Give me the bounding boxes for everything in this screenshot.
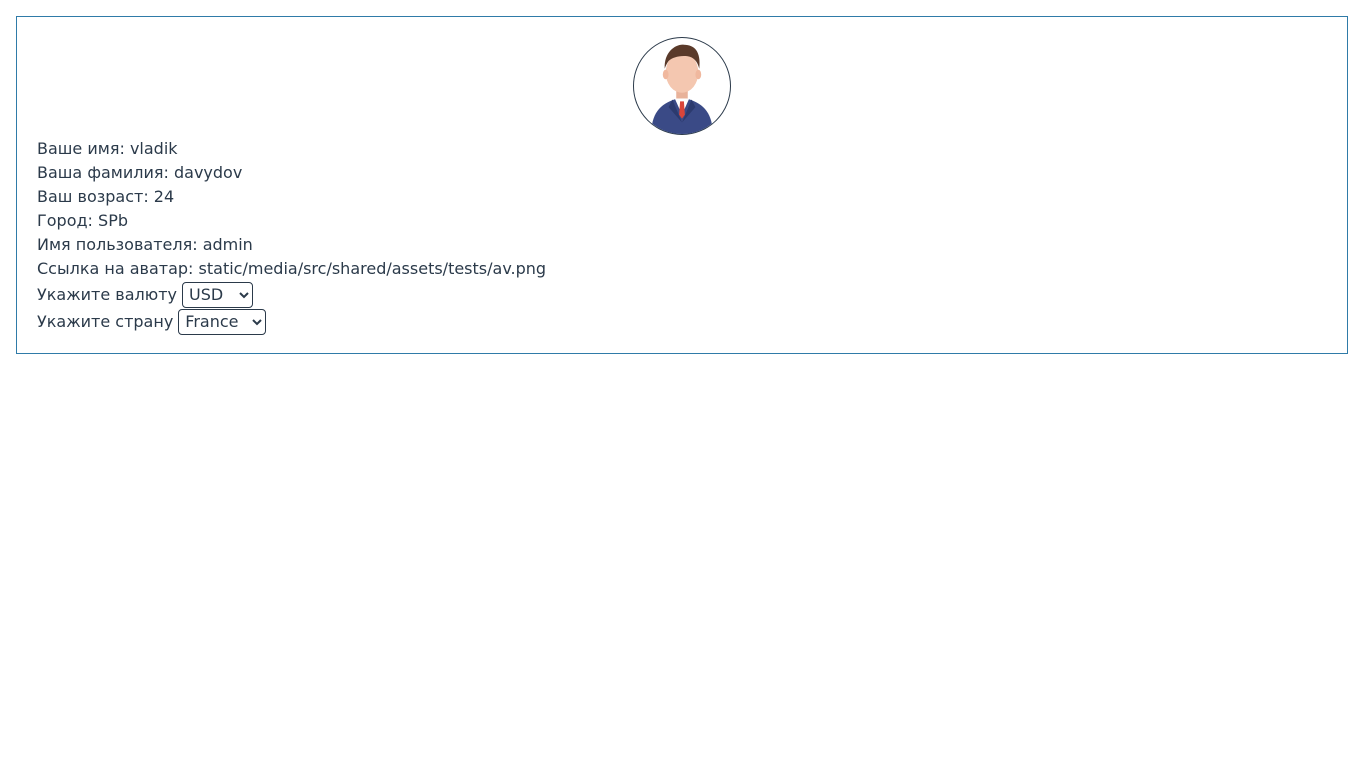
city-row: Город: SPb xyxy=(37,209,1327,233)
currency-label: Укажите валюту xyxy=(37,285,177,304)
profile-card: Ваше имя: vladik Ваша фамилия: davydov В… xyxy=(16,16,1348,354)
avatar-link-value: static/media/src/shared/assets/tests/av.… xyxy=(198,259,547,278)
last-name-label: Ваша фамилия: xyxy=(37,163,169,182)
username-value: admin xyxy=(202,235,253,254)
avatar-container xyxy=(37,37,1327,135)
currency-select[interactable]: USD xyxy=(182,281,253,308)
avatar xyxy=(633,37,731,135)
last-name-value: davydov xyxy=(174,163,243,182)
country-row: Укажите страну France xyxy=(37,308,1327,335)
city-label: Город: xyxy=(37,211,93,230)
currency-row: Укажите валюту USD xyxy=(37,281,1327,308)
username-row: Имя пользователя: admin xyxy=(37,233,1327,257)
avatar-link-row: Ссылка на аватар: static/media/src/share… xyxy=(37,257,1327,281)
username-label: Имя пользователя: xyxy=(37,235,198,254)
age-label: Ваш возраст: xyxy=(37,187,149,206)
avatar-link-label: Ссылка на аватар: xyxy=(37,259,194,278)
country-select[interactable]: France xyxy=(178,308,267,335)
first-name-label: Ваше имя: xyxy=(37,139,125,158)
first-name-value: vladik xyxy=(129,139,178,158)
city-value: SPb xyxy=(98,211,129,230)
age-row: Ваш возраст: 24 xyxy=(37,185,1327,209)
country-label: Укажите страну xyxy=(37,312,174,331)
person-avatar-icon xyxy=(651,44,713,134)
age-value: 24 xyxy=(153,187,175,206)
last-name-row: Ваша фамилия: davydov xyxy=(37,161,1327,185)
first-name-row: Ваше имя: vladik xyxy=(37,137,1327,161)
